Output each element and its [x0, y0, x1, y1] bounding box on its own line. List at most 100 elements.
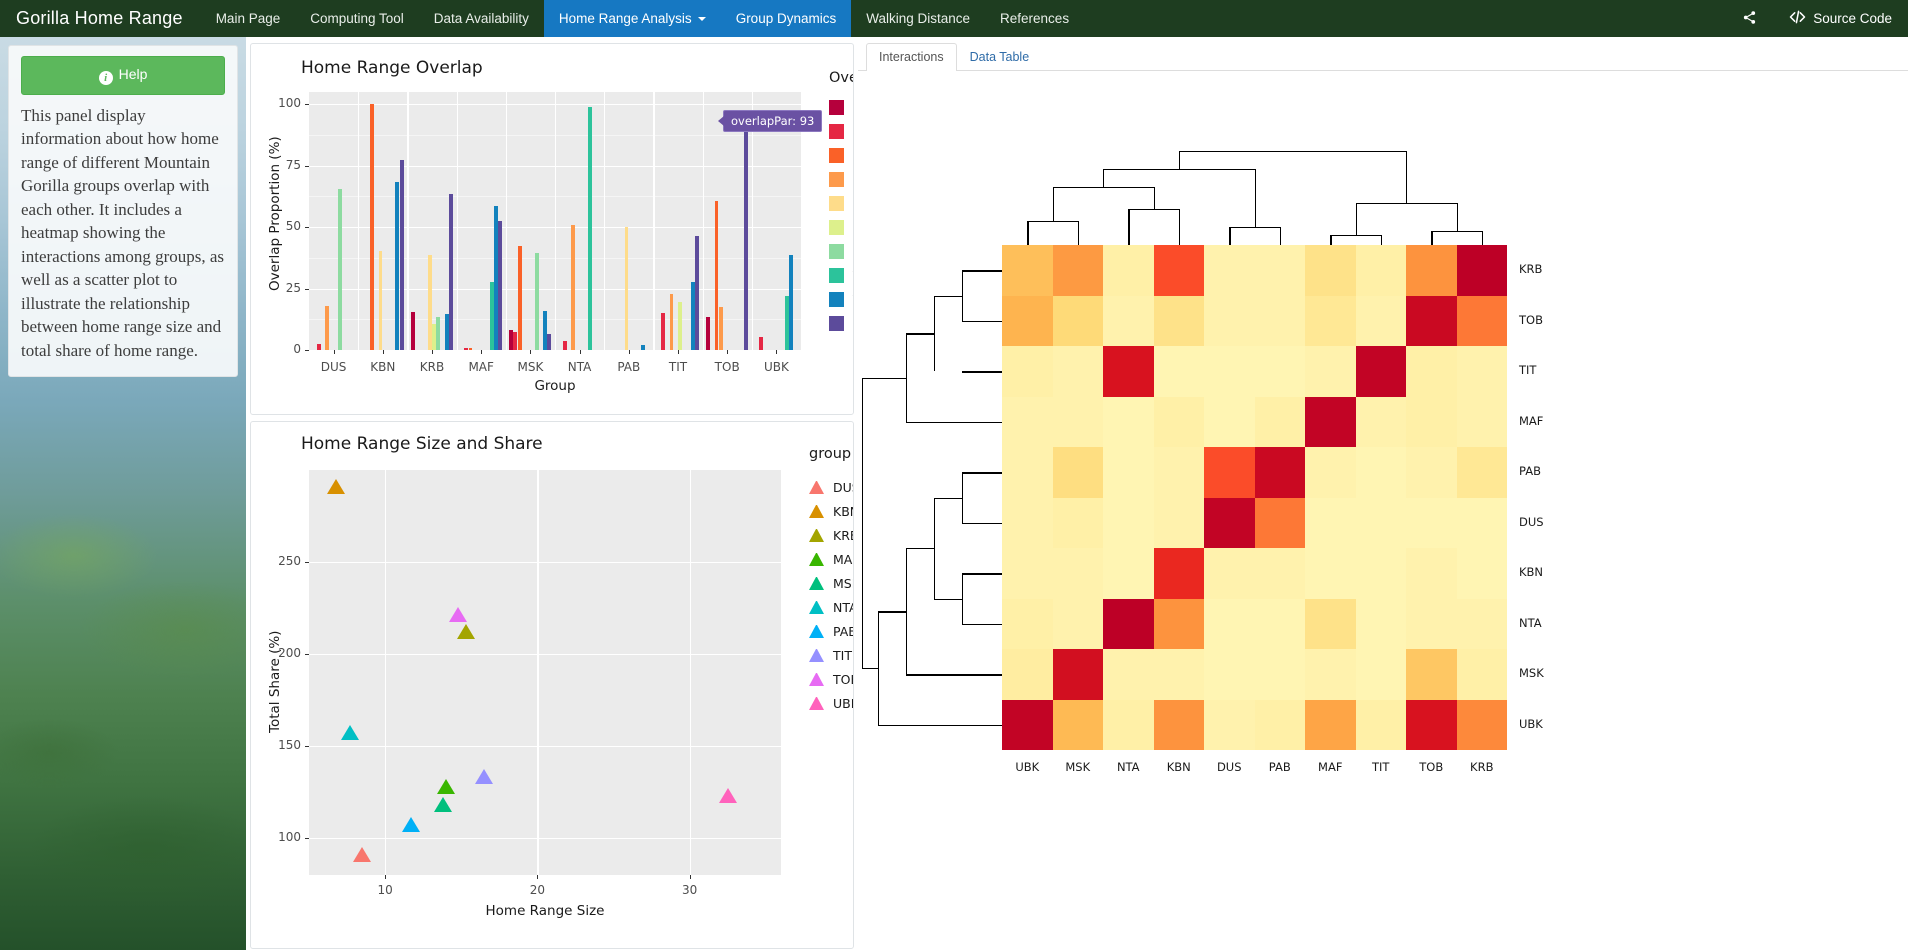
- scatter-point[interactable]: [327, 478, 346, 494]
- home-range-overlap-chart[interactable]: Home Range Overlap 0 25 50 75 100 DUS KBN KRB MAF…: [251, 44, 853, 414]
- bar-legend-item[interactable]: KBN: [829, 124, 853, 139]
- heatmap-cell[interactable]: [1305, 548, 1356, 599]
- scatter-point[interactable]: [456, 624, 475, 639]
- heatmap-cell[interactable]: [1103, 447, 1154, 498]
- heatmap-cell[interactable]: [1305, 396, 1356, 447]
- heatmap-cell[interactable]: [1355, 245, 1406, 296]
- heatmap-cell[interactable]: [1204, 598, 1255, 649]
- heatmap-cell[interactable]: [1456, 447, 1507, 498]
- heatmap-cell[interactable]: [1002, 447, 1053, 498]
- scatter-point[interactable]: [433, 797, 452, 813]
- heatmap-cell[interactable]: [1456, 295, 1507, 346]
- heatmap-cell[interactable]: [1254, 699, 1305, 750]
- heatmap-cell[interactable]: [1103, 699, 1154, 750]
- scatter-point[interactable]: [353, 846, 372, 862]
- bar-legend-item[interactable]: MSK: [829, 196, 853, 211]
- heatmap-cell[interactable]: [1153, 295, 1204, 346]
- heatmap-cell[interactable]: [1052, 447, 1103, 498]
- heatmap-cell[interactable]: [1406, 447, 1457, 498]
- scatter-point[interactable]: [437, 778, 456, 794]
- heatmap-cell[interactable]: [1052, 396, 1103, 447]
- heatmap-cell[interactable]: [1254, 548, 1305, 599]
- heatmap-cell[interactable]: [1305, 649, 1356, 700]
- heatmap-cell[interactable]: [1305, 245, 1356, 296]
- bar-legend-item[interactable]: TOB: [829, 292, 853, 307]
- bar-legend-item[interactable]: DUS: [829, 100, 853, 115]
- heatmap-cell[interactable]: [1456, 598, 1507, 649]
- heatmap-cell[interactable]: [1254, 497, 1305, 548]
- heatmap-cell[interactable]: [1406, 649, 1457, 700]
- heatmap-cell[interactable]: [1204, 346, 1255, 397]
- heatmap-cell[interactable]: [1103, 295, 1154, 346]
- heatmap-cell[interactable]: [1052, 245, 1103, 296]
- heatmap-cell[interactable]: [1002, 245, 1053, 296]
- heatmap-cell[interactable]: [1406, 346, 1457, 397]
- heatmap-cell[interactable]: [1103, 598, 1154, 649]
- heatmap-cell[interactable]: [1456, 699, 1507, 750]
- scatter-point[interactable]: [718, 787, 737, 803]
- heatmap-cell[interactable]: [1305, 699, 1356, 750]
- tab-interactions[interactable]: Interactions: [866, 43, 957, 71]
- heatmap-cell[interactable]: [1254, 245, 1305, 296]
- heatmap-cell[interactable]: [1002, 548, 1053, 599]
- heatmap-cell[interactable]: [1103, 396, 1154, 447]
- nav-item-computing-tool[interactable]: Computing Tool: [295, 0, 419, 37]
- heatmap-cell[interactable]: [1204, 447, 1255, 498]
- interactions-heatmap[interactable]: KRB TOB TIT MAF PAB DUS KBN NTA MSK UBK UBK MSK NTA K…: [858, 71, 1908, 951]
- heatmap-cell[interactable]: [1153, 548, 1204, 599]
- heatmap-cell[interactable]: [1305, 598, 1356, 649]
- heatmap-cell[interactable]: [1355, 649, 1406, 700]
- scatter-legend-item[interactable]: MSK: [809, 576, 853, 591]
- share-button[interactable]: [1726, 0, 1773, 37]
- heatmap-cell[interactable]: [1002, 699, 1053, 750]
- heatmap-cell[interactable]: [1153, 447, 1204, 498]
- bar-legend-item[interactable]: KRB: [829, 148, 853, 163]
- heatmap-cell[interactable]: [1002, 598, 1053, 649]
- app-brand[interactable]: Gorilla Home Range: [0, 0, 201, 37]
- heatmap-cell[interactable]: [1254, 295, 1305, 346]
- heatmap-cell[interactable]: [1406, 295, 1457, 346]
- heatmap-cell[interactable]: [1153, 245, 1204, 296]
- heatmap-cell[interactable]: [1052, 295, 1103, 346]
- heatmap-cell[interactable]: [1103, 649, 1154, 700]
- heatmap-cell[interactable]: [1355, 497, 1406, 548]
- heatmap-cell[interactable]: [1406, 396, 1457, 447]
- help-button[interactable]: i Help: [21, 56, 225, 95]
- nav-item-home-range-analysis[interactable]: Home Range Analysis: [543, 0, 721, 37]
- bar-legend-item[interactable]: NTA: [829, 220, 853, 235]
- scatter-point[interactable]: [449, 607, 468, 623]
- tab-data-table[interactable]: Data Table: [957, 43, 1043, 70]
- heatmap-cell[interactable]: [1153, 396, 1204, 447]
- heatmap-cell[interactable]: [1103, 245, 1154, 296]
- heatmap-cell[interactable]: [1355, 699, 1406, 750]
- heatmap-cell[interactable]: [1456, 245, 1507, 296]
- scatter-legend-item[interactable]: MAF: [809, 552, 853, 567]
- scatter-legend-item[interactable]: TOB: [809, 672, 853, 687]
- nav-item-data-availability[interactable]: Data Availability: [419, 0, 544, 37]
- bar-legend-item[interactable]: PAB: [829, 244, 853, 259]
- heatmap-cell[interactable]: [1406, 548, 1457, 599]
- heatmap-cell[interactable]: [1355, 598, 1406, 649]
- scatter-point[interactable]: [402, 817, 420, 833]
- heatmap-cell[interactable]: [1204, 699, 1255, 750]
- scatter-point[interactable]: [475, 769, 494, 785]
- heatmap-cell[interactable]: [1254, 649, 1305, 700]
- heatmap-cell[interactable]: [1103, 346, 1154, 397]
- bar-legend-item[interactable]: TIT: [829, 268, 853, 283]
- heatmap-cell[interactable]: [1002, 649, 1053, 700]
- scatter-legend-item[interactable]: UBK: [809, 696, 853, 711]
- heatmap-cell[interactable]: [1406, 497, 1457, 548]
- heatmap-cell[interactable]: [1052, 699, 1103, 750]
- heatmap-cell[interactable]: [1153, 497, 1204, 548]
- heatmap-cell[interactable]: [1254, 447, 1305, 498]
- scatter-point[interactable]: [341, 725, 360, 741]
- heatmap-cell[interactable]: [1305, 295, 1356, 346]
- heatmap-cell[interactable]: [1052, 598, 1103, 649]
- nav-item-references[interactable]: References: [985, 0, 1084, 37]
- nav-item-main-page[interactable]: Main Page: [201, 0, 296, 37]
- heatmap-cell[interactable]: [1103, 548, 1154, 599]
- heatmap-cell[interactable]: [1052, 649, 1103, 700]
- heatmap-cell[interactable]: [1406, 598, 1457, 649]
- nav-item-walking-distance[interactable]: Walking Distance: [851, 0, 985, 37]
- heatmap-cell[interactable]: [1153, 346, 1204, 397]
